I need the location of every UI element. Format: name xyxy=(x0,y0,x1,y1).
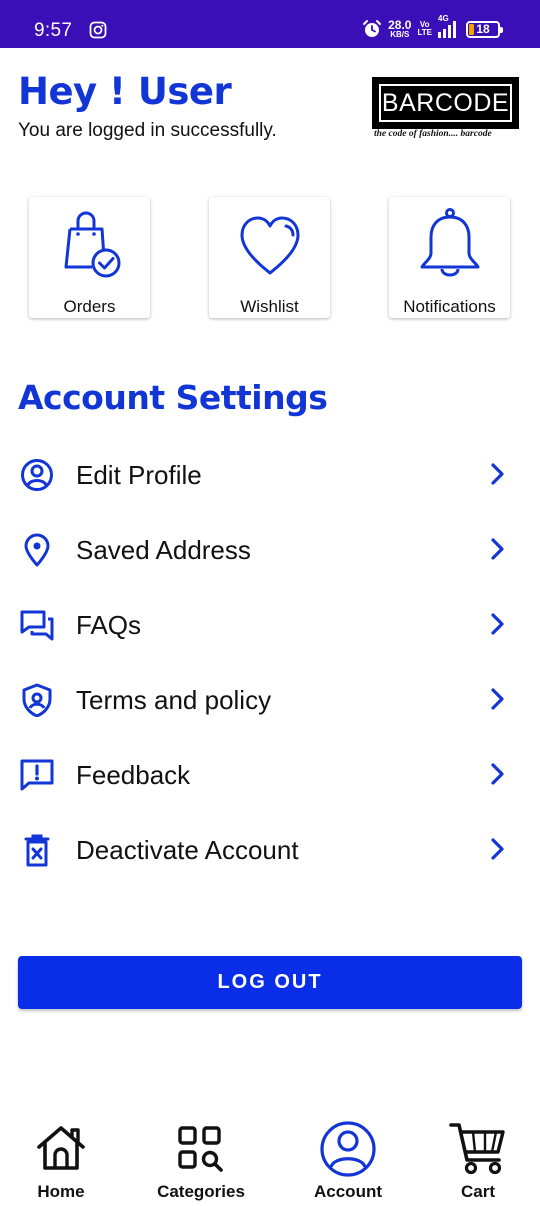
categories-grid-icon xyxy=(178,1126,223,1172)
barcode-logo: BARCODE the code of fashion.... barcode xyxy=(372,77,519,139)
shopping-bag-check-icon xyxy=(64,211,120,278)
notifications-tile[interactable]: Notifications xyxy=(389,197,510,318)
logo-tagline: the code of fashion.... barcode xyxy=(374,129,492,139)
home-icon xyxy=(37,1126,85,1170)
menu-item-terms-policy[interactable]: Terms and policy xyxy=(0,671,540,727)
nav-home-label: Home xyxy=(37,1182,85,1201)
login-status-text: You are logged in successfully. xyxy=(18,120,277,141)
alarm-icon xyxy=(363,20,382,37)
wishlist-label: Wishlist xyxy=(240,297,299,316)
nav-cart-label: Cart xyxy=(460,1182,495,1201)
menu-item-edit-profile[interactable]: Edit Profile xyxy=(0,446,540,502)
heart-icon xyxy=(240,216,299,275)
chevron-right-icon xyxy=(491,763,504,785)
shield-user-icon xyxy=(22,683,52,717)
menu-item-label: Feedback xyxy=(76,760,191,790)
account-settings-title: Account Settings xyxy=(18,378,328,417)
notifications-label: Notifications xyxy=(403,297,496,316)
menu-item-label: FAQs xyxy=(76,610,142,640)
chevron-right-icon xyxy=(491,688,504,710)
menu-item-label: Deactivate Account xyxy=(76,835,299,865)
nav-categories[interactable]: Categories xyxy=(151,1122,251,1202)
battery-level: 18 xyxy=(476,21,490,36)
network-speed-unit: KB/S xyxy=(390,30,410,39)
chevron-right-icon xyxy=(491,838,504,860)
orders-tile[interactable]: Orders xyxy=(29,197,150,318)
status-time: 9:57 xyxy=(34,20,73,41)
chevron-right-icon xyxy=(491,463,504,485)
account-circle-icon xyxy=(320,1121,376,1177)
location-pin-icon xyxy=(24,533,50,567)
network-type: 4G xyxy=(438,14,449,23)
trash-x-icon xyxy=(24,834,50,867)
nav-cart[interactable]: Cart xyxy=(438,1122,518,1202)
menu-item-saved-address[interactable]: Saved Address xyxy=(0,521,540,577)
instagram-icon xyxy=(89,21,107,39)
menu-item-feedback[interactable]: Feedback xyxy=(0,746,540,802)
bell-icon xyxy=(420,208,479,277)
logo-box: BARCODE xyxy=(372,77,519,129)
chevron-right-icon xyxy=(491,538,504,560)
nav-account[interactable]: Account xyxy=(303,1121,393,1202)
nav-home[interactable]: Home xyxy=(21,1122,101,1202)
menu-item-faqs[interactable]: FAQs xyxy=(0,596,540,652)
status-bar: 9:57 28.0 KB/S Vo LTE 4G 18 xyxy=(0,0,540,48)
logo-text: BARCODE xyxy=(381,88,510,117)
logout-button[interactable]: LOG OUT xyxy=(18,956,522,1009)
volte-indicator: Vo LTE xyxy=(417,21,432,37)
wishlist-tile[interactable]: Wishlist xyxy=(209,197,330,318)
cart-icon xyxy=(449,1123,505,1175)
volte-bottom: LTE xyxy=(417,28,432,37)
menu-item-label: Terms and policy xyxy=(76,685,272,715)
chat-bubbles-icon xyxy=(20,610,54,641)
status-indicators: 28.0 KB/S Vo LTE 4G 18 xyxy=(362,14,503,42)
menu-item-label: Saved Address xyxy=(76,535,251,565)
menu-item-label: Edit Profile xyxy=(76,460,202,490)
orders-label: Orders xyxy=(63,297,116,316)
nav-account-label: Account xyxy=(314,1182,382,1201)
menu-item-deactivate-account[interactable]: Deactivate Account xyxy=(0,821,540,877)
user-circle-icon xyxy=(21,459,53,491)
network-speed: 28.0 KB/S xyxy=(388,19,411,39)
battery-icon: 18 xyxy=(466,20,503,38)
feedback-alert-icon xyxy=(20,759,54,791)
nav-categories-label: Categories xyxy=(157,1182,245,1201)
greeting-title: Hey ! User xyxy=(18,70,232,113)
chevron-right-icon xyxy=(491,613,504,635)
signal-icon: 4G xyxy=(438,14,456,38)
